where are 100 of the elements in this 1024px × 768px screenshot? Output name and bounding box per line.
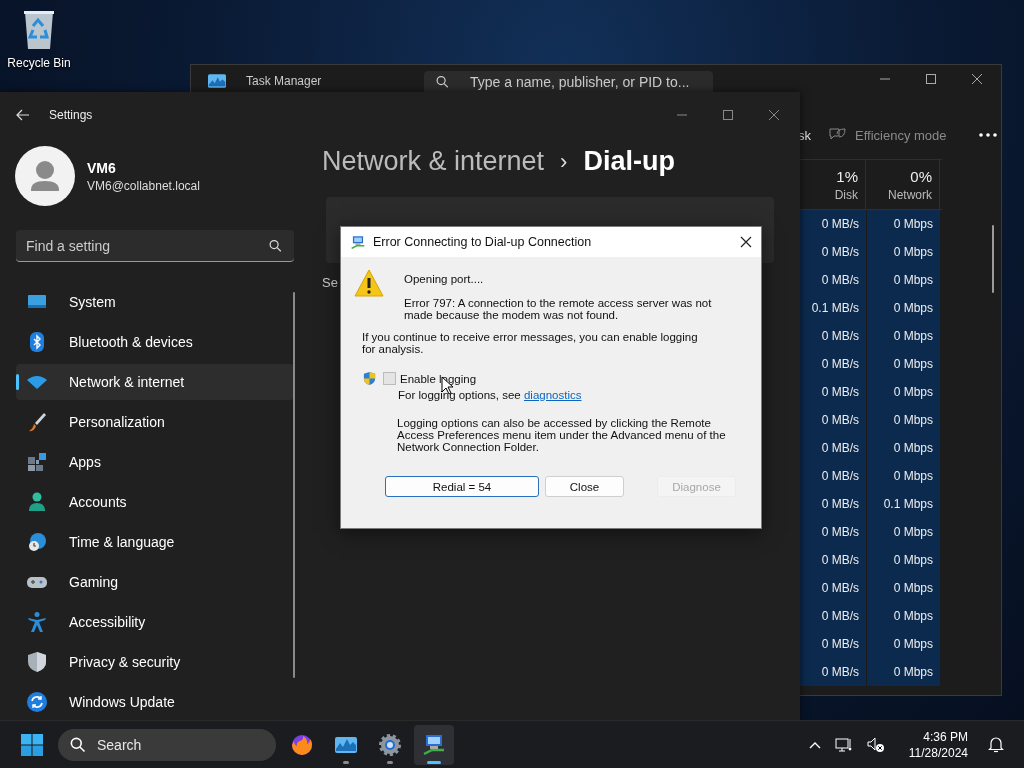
nav-item[interactable]: Gaming xyxy=(16,564,294,600)
search-field[interactable]: Find a setting xyxy=(16,230,294,262)
update-icon xyxy=(26,691,48,713)
recycle-bin-icon[interactable] xyxy=(21,8,57,50)
window-title: Settings xyxy=(49,108,93,122)
nav-item[interactable]: Accessibility xyxy=(16,604,294,640)
table-cell: 0 MB/s xyxy=(800,630,866,658)
diagnostics-link[interactable]: diagnostics xyxy=(523,389,582,401)
chart-icon xyxy=(208,74,226,88)
bell-icon[interactable] xyxy=(988,736,1004,753)
back-arrow-icon[interactable] xyxy=(16,109,30,121)
nav-item[interactable]: Windows Update xyxy=(16,684,294,720)
dialog-title: Error Connecting to Dial-up Connection xyxy=(373,235,592,249)
table-cell: 0.1 MB/s xyxy=(800,294,866,322)
table-cell: 0 MB/s xyxy=(800,490,866,518)
breadcrumb-parent[interactable]: Network & internet xyxy=(322,146,545,177)
table-cell: 0 MB/s xyxy=(800,238,866,266)
error-message: Error 797: A connection to the remote access server was not made because the modem was not found. xyxy=(404,297,713,321)
search-icon xyxy=(70,736,86,753)
table-cell: 0 Mbps xyxy=(867,518,940,546)
section-text: Se xyxy=(322,275,338,290)
avatar-icon xyxy=(15,146,75,206)
clock[interactable]: 4:36 PM 11/28/2024 xyxy=(908,728,968,761)
table-cell: 0 MB/s xyxy=(800,210,866,238)
table-cell: 0 MB/s xyxy=(800,658,866,686)
dialog-button[interactable]: Redial = 54 xyxy=(385,476,539,497)
globe-clock-icon xyxy=(26,531,48,553)
desktop-icon-label[interactable]: Recycle Bin xyxy=(7,56,71,70)
shield-icon xyxy=(362,371,377,386)
user-email: VM6@collabnet.local xyxy=(87,178,200,193)
page-title: Dial-up xyxy=(583,146,675,177)
search-field[interactable]: Type a name, publisher, or PID to... xyxy=(424,71,713,93)
table-cell: 0 Mbps xyxy=(867,602,940,630)
search-icon xyxy=(269,239,282,253)
table-cell: 0 Mbps xyxy=(867,658,940,686)
muted-speaker-icon[interactable] xyxy=(866,736,885,753)
column-header[interactable]: 0% Network xyxy=(866,160,940,209)
nav-item[interactable]: Time & language xyxy=(16,524,294,560)
status-text: Opening port.... xyxy=(404,273,485,285)
table-cell: 0 Mbps xyxy=(867,294,940,322)
nav-item[interactable]: Apps xyxy=(16,444,294,480)
search-icon xyxy=(436,75,449,89)
table-cell: 0 MB/s xyxy=(800,266,866,294)
table-cell: 0 MB/s xyxy=(800,518,866,546)
breadcrumb-separator: › xyxy=(560,148,568,175)
close-icon[interactable] xyxy=(971,73,983,85)
table-cell: 0 Mbps xyxy=(867,630,940,658)
maximize-icon[interactable] xyxy=(925,73,937,85)
network-computer-icon xyxy=(350,235,366,249)
nav-item[interactable]: System xyxy=(16,284,294,320)
table-cell: 0 MB/s xyxy=(800,574,866,602)
nav-item[interactable]: Network & internet xyxy=(16,364,294,400)
network-icon[interactable] xyxy=(834,736,853,753)
table-cell: 0 Mbps xyxy=(867,546,940,574)
table-cell: 0 MB/s xyxy=(800,406,866,434)
taskbar-search[interactable]: Search xyxy=(58,728,276,761)
nav-item[interactable]: Personalization xyxy=(16,404,294,440)
table-cell: 0 MB/s xyxy=(800,462,866,490)
table-cell: 0 Mbps xyxy=(867,462,940,490)
efficiency-mode-button[interactable]: Efficiency mode xyxy=(822,123,953,147)
network-computer-icon xyxy=(422,732,446,757)
nav-item[interactable]: Privacy & security xyxy=(16,644,294,680)
table-cell: 0 Mbps xyxy=(867,378,940,406)
warning-icon xyxy=(354,269,384,297)
taskbar-app[interactable] xyxy=(414,724,454,765)
gear-icon xyxy=(378,732,402,757)
table-cell: 0 MB/s xyxy=(800,350,866,378)
person-icon xyxy=(26,491,48,513)
apps-grid-icon xyxy=(26,451,48,473)
maximize-icon[interactable] xyxy=(722,109,734,121)
scrollbar[interactable] xyxy=(992,225,994,293)
nav-item[interactable]: Bluetooth & devices xyxy=(16,324,294,360)
window-title: Task Manager xyxy=(246,74,323,88)
table-cell: 0 Mbps xyxy=(867,210,940,238)
note-text: Logging options can also be accessed by clicking the Remote Access Preferences menu item under the Advanced menu of the Network Connection Folder. xyxy=(397,417,727,453)
table-cell: 0 Mbps xyxy=(867,350,940,378)
user-name: VM6 xyxy=(87,159,117,176)
more-icon[interactable] xyxy=(978,133,997,137)
accessibility-icon xyxy=(26,611,48,633)
dialog-button[interactable]: Close xyxy=(545,476,624,497)
start-icon[interactable] xyxy=(21,733,43,756)
hint-text: For logging options, see diagnostics xyxy=(398,389,583,401)
info-text: If you continue to receive error messages, you can enable logging for analysis. xyxy=(362,331,699,355)
table-cell: 0 Mbps xyxy=(867,238,940,266)
table-cell: 0 Mbps xyxy=(867,266,940,294)
scrollbar[interactable] xyxy=(293,292,295,678)
table-cell: 0 Mbps xyxy=(867,406,940,434)
chevron-up-icon[interactable] xyxy=(808,740,821,749)
table-cell: 0.1 Mbps xyxy=(867,490,940,518)
table-cell: 0 MB/s xyxy=(800,434,866,462)
browser-icon xyxy=(290,732,314,757)
table-cell: 0 Mbps xyxy=(867,434,940,462)
table-cell: 0 MB/s xyxy=(800,602,866,630)
nav-item[interactable]: Accounts xyxy=(16,484,294,520)
table-cell: 0 MB/s xyxy=(800,546,866,574)
close-icon[interactable] xyxy=(740,236,752,248)
table-cell: 0 Mbps xyxy=(867,574,940,602)
shield-icon xyxy=(26,651,48,673)
table-cell: 0 MB/s xyxy=(800,322,866,350)
table-cell: 0 Mbps xyxy=(867,322,940,350)
